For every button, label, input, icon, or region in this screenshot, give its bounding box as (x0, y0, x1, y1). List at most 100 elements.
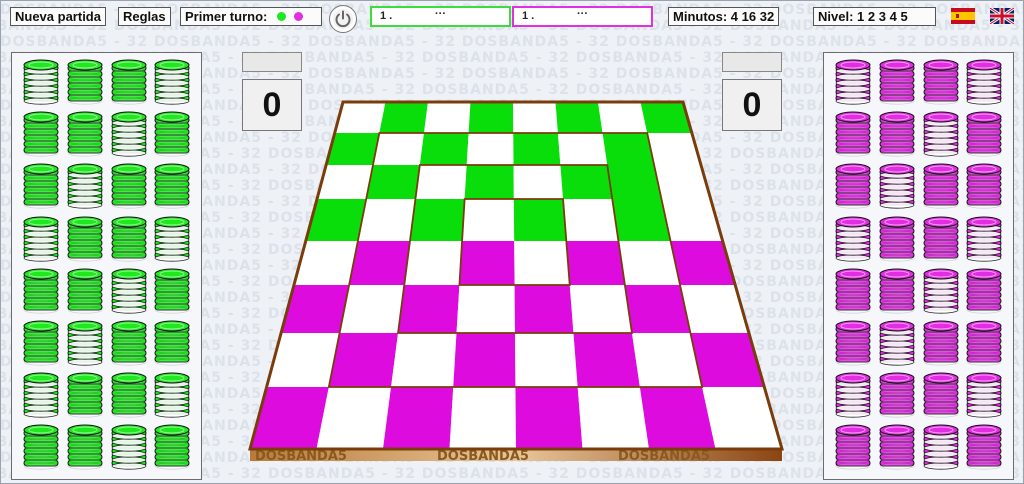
board-cell[interactable] (618, 241, 681, 285)
piece-stack[interactable] (835, 372, 871, 418)
first-turn-green-option[interactable] (276, 12, 286, 21)
piece-stack[interactable] (879, 320, 915, 366)
rules-button[interactable]: Reglas (118, 7, 171, 26)
level-option[interactable]: 1 (857, 9, 864, 24)
board-cell[interactable] (514, 285, 574, 333)
piece-stack[interactable] (154, 372, 190, 418)
piece-stack[interactable] (111, 372, 147, 418)
level-option[interactable]: 3 (879, 9, 886, 24)
board-cell[interactable] (514, 241, 570, 285)
piece-stack[interactable] (154, 111, 190, 157)
board-cell[interactable] (468, 102, 514, 133)
piece-stack[interactable] (111, 268, 147, 314)
piece-stack[interactable] (966, 268, 1002, 314)
piece-stack[interactable] (966, 163, 1002, 209)
board-cell[interactable] (702, 387, 782, 449)
board-cell[interactable] (419, 133, 469, 165)
piece-stack[interactable] (154, 320, 190, 366)
board-cell[interactable] (514, 333, 578, 387)
piece-stack[interactable] (154, 268, 190, 314)
piece-stack[interactable] (23, 424, 59, 470)
piece-stack[interactable] (835, 111, 871, 157)
piece-stack[interactable] (923, 163, 959, 209)
piece-stack[interactable] (879, 268, 915, 314)
piece-stack[interactable] (966, 216, 1002, 262)
piece-stack[interactable] (835, 163, 871, 209)
piece-stack[interactable] (67, 216, 103, 262)
minutes-option[interactable]: 4 (731, 9, 738, 24)
board-cell[interactable] (366, 165, 420, 199)
piece-stack[interactable] (111, 320, 147, 366)
piece-stack[interactable] (111, 111, 147, 157)
board-cell[interactable] (316, 387, 392, 449)
board-cell[interactable] (339, 285, 405, 333)
piece-stack[interactable] (154, 59, 190, 105)
level-option[interactable]: 4 (890, 9, 897, 24)
piece-stack[interactable] (67, 111, 103, 157)
board-cell[interactable] (515, 387, 583, 449)
piece-stack[interactable] (835, 216, 871, 262)
board-cell[interactable] (513, 199, 567, 241)
power-icon[interactable] (329, 5, 357, 33)
board-cell[interactable] (513, 165, 564, 199)
piece-stack[interactable] (879, 424, 915, 470)
piece-stack[interactable] (923, 372, 959, 418)
piece-stack[interactable] (23, 216, 59, 262)
piece-stack[interactable] (966, 424, 1002, 470)
first-turn-magenta-option[interactable] (293, 12, 303, 21)
minutes-option[interactable]: 32 (760, 9, 774, 24)
board-cell[interactable] (449, 387, 517, 449)
board-cell[interactable] (602, 133, 655, 165)
player2-name-field[interactable]: 1 . ··· (512, 6, 653, 27)
board-cell[interactable] (577, 387, 649, 449)
piece-stack[interactable] (67, 320, 103, 366)
piece-stack[interactable] (23, 111, 59, 157)
piece-stack[interactable] (835, 424, 871, 470)
board-cell[interactable] (391, 333, 457, 387)
piece-stack[interactable] (67, 268, 103, 314)
piece-stack[interactable] (111, 216, 147, 262)
piece-stack[interactable] (835, 268, 871, 314)
board-cell[interactable] (398, 285, 460, 333)
piece-stack[interactable] (835, 59, 871, 105)
board-cell[interactable] (462, 199, 515, 241)
board-cell[interactable] (464, 165, 514, 199)
board-cell[interactable] (607, 165, 662, 199)
board-cell[interactable] (563, 199, 619, 241)
board-cell[interactable] (456, 285, 515, 333)
board-cell[interactable] (453, 333, 516, 387)
piece-stack[interactable] (111, 163, 147, 209)
level-option[interactable]: 2 (868, 9, 875, 24)
board-cell[interactable] (555, 102, 603, 133)
piece-stack[interactable] (67, 372, 103, 418)
board-cell[interactable] (459, 241, 515, 285)
piece-stack[interactable] (923, 59, 959, 105)
piece-stack[interactable] (111, 59, 147, 105)
piece-stack[interactable] (879, 372, 915, 418)
piece-stack[interactable] (923, 424, 959, 470)
board-cell[interactable] (566, 241, 625, 285)
board-cell[interactable] (357, 199, 416, 241)
board-cell[interactable] (557, 133, 608, 165)
board-cell[interactable] (569, 285, 632, 333)
piece-stack[interactable] (67, 59, 103, 105)
new-game-button[interactable]: Nueva partida (10, 7, 106, 26)
board-cell[interactable] (409, 199, 465, 241)
board-cell[interactable] (624, 285, 691, 333)
piece-stack[interactable] (154, 216, 190, 262)
spain-flag-icon[interactable] (951, 8, 975, 24)
board-cell[interactable] (466, 133, 514, 165)
piece-stack[interactable] (966, 320, 1002, 366)
piece-stack[interactable] (23, 320, 59, 366)
piece-stack[interactable] (879, 59, 915, 105)
board-cell[interactable] (612, 199, 671, 241)
piece-stack[interactable] (835, 320, 871, 366)
piece-stack[interactable] (154, 424, 190, 470)
board-cell[interactable] (423, 102, 471, 133)
piece-stack[interactable] (23, 59, 59, 105)
uk-flag-icon[interactable] (990, 8, 1014, 24)
board-cell[interactable] (383, 387, 454, 449)
level-option[interactable]: 5 (900, 9, 907, 24)
board-cell[interactable] (349, 241, 410, 285)
board-cell[interactable] (415, 165, 467, 199)
